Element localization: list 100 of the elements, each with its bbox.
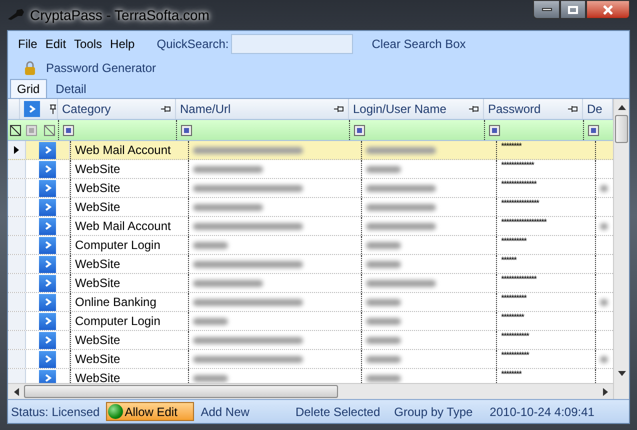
table-cell-text: WebSite [75,332,120,349]
maximize-icon [568,6,578,14]
table-cell: ************** [501,179,536,189]
horizontal-scrollbar[interactable] [24,385,338,398]
chevron-icon [44,355,52,363]
table-cell-text: Web Mail Account [75,218,171,235]
expand-row-button[interactable] [39,274,56,292]
redacted-text [366,374,401,382]
redacted-text [600,298,608,306]
chevron-icon [44,279,52,287]
expand-row-button[interactable] [39,160,56,178]
table-cell-text: WebSite [75,275,120,292]
filter-clear-icon[interactable] [10,124,21,136]
table-cell: *************** [501,198,539,208]
password-generator-button[interactable]: Password Generator [46,59,156,77]
table-cell: ********* [501,312,524,322]
expand-row-button[interactable] [39,350,56,368]
table-cell-text: WebSite [75,351,120,368]
maximize-button[interactable] [560,0,586,19]
table-cell: ******** [501,369,522,379]
tab[interactable]: Detail [46,79,96,98]
chevron-icon [44,298,52,306]
clear-search-link[interactable]: Clear Search Box [372,35,466,53]
redacted-text [193,204,263,210]
redacted-text [366,184,436,192]
redacted-text [366,146,436,154]
chevron-icon [44,317,52,325]
chevron-icon [44,203,52,211]
chevron-icon [44,184,52,192]
status-action-link[interactable]: Delete Selected [295,402,380,420]
redacted-text [193,280,263,286]
expand-row-button[interactable] [39,332,56,348]
expand-all-button[interactable] [24,101,40,117]
redacted-text [366,242,401,248]
status-action-link[interactable]: Group by Type [394,402,473,420]
menu-item[interactable]: Edit [41,35,70,53]
expand-row-button[interactable] [39,256,56,272]
status-action-link[interactable]: Add New [200,402,250,420]
pin-icon[interactable] [161,105,171,113]
table-cell-text: WebSite [75,256,120,273]
table-cell-text: WebSite [75,180,120,197]
menu-item[interactable]: Help [106,35,139,53]
vertical-scrollbar[interactable] [615,115,628,143]
filter-checkbox-icon[interactable] [181,124,192,136]
close-icon [602,4,614,14]
expand-row-button[interactable] [39,218,56,234]
status-light-icon [108,404,123,419]
redacted-text [366,222,436,230]
tab[interactable]: Grid [10,79,47,98]
expand-row-button[interactable] [39,198,56,216]
menu-item[interactable]: File [14,35,42,53]
redacted-text [366,318,401,324]
pin-icon[interactable] [49,104,57,114]
column-header[interactable]: Password [488,100,541,118]
redacted-text [193,242,228,248]
timestamp: 2010-10-24 4:09:41 [490,404,594,420]
expand-row-button[interactable] [39,294,56,310]
expand-row-button[interactable] [39,236,56,254]
expand-row-button[interactable] [39,180,56,196]
column-header[interactable]: Category [62,100,111,118]
redacted-text [366,204,436,210]
redacted-text [600,184,608,192]
table-cell: ************* [501,160,534,170]
chevron-icon [44,260,52,268]
close-button[interactable] [586,0,630,19]
filter-checkbox-icon[interactable] [354,124,365,136]
minimize-icon [542,8,552,11]
chevron-icon [44,241,52,249]
redacted-text [193,374,228,382]
row-header[interactable] [8,141,26,159]
filter-checkbox-icon[interactable] [588,124,599,136]
filter-checkbox-icon[interactable] [63,124,74,136]
redacted-text [600,356,608,362]
table-cell-text: WebSite [75,370,120,383]
column-header[interactable]: Login/User Name [353,100,446,118]
table-cell: ******** [501,141,522,151]
pin-icon[interactable] [469,105,479,113]
column-header[interactable]: De [587,100,602,118]
minimize-button[interactable] [533,0,560,19]
search-field[interactable] [230,34,353,54]
table-cell: *********** [501,331,529,341]
redacted-text [600,222,608,230]
redacted-text [366,298,401,306]
column-header[interactable]: Name/Url [180,100,231,118]
redacted-text [366,260,401,268]
filter-checkbox-icon[interactable] [26,124,37,136]
chevron-icon [28,105,36,113]
table-cell: ****************** [501,217,546,227]
window-title: CryptaPass - TerraSofta.com [30,6,210,25]
pin-icon[interactable] [568,105,578,113]
expand-row-button[interactable] [39,312,56,330]
status-text: Status: Licensed [11,404,100,420]
allow-edit-toggle[interactable]: Allow Edit [106,402,194,421]
table-cell-text: Computer Login [75,237,160,254]
expand-row-button[interactable] [39,370,56,383]
filter-checkbox-icon[interactable] [489,124,500,136]
menu-item[interactable]: Tools [70,35,106,53]
table-cell-text: Online Banking [75,294,156,311]
expand-row-button[interactable] [39,142,56,158]
pin-icon[interactable] [334,105,344,113]
